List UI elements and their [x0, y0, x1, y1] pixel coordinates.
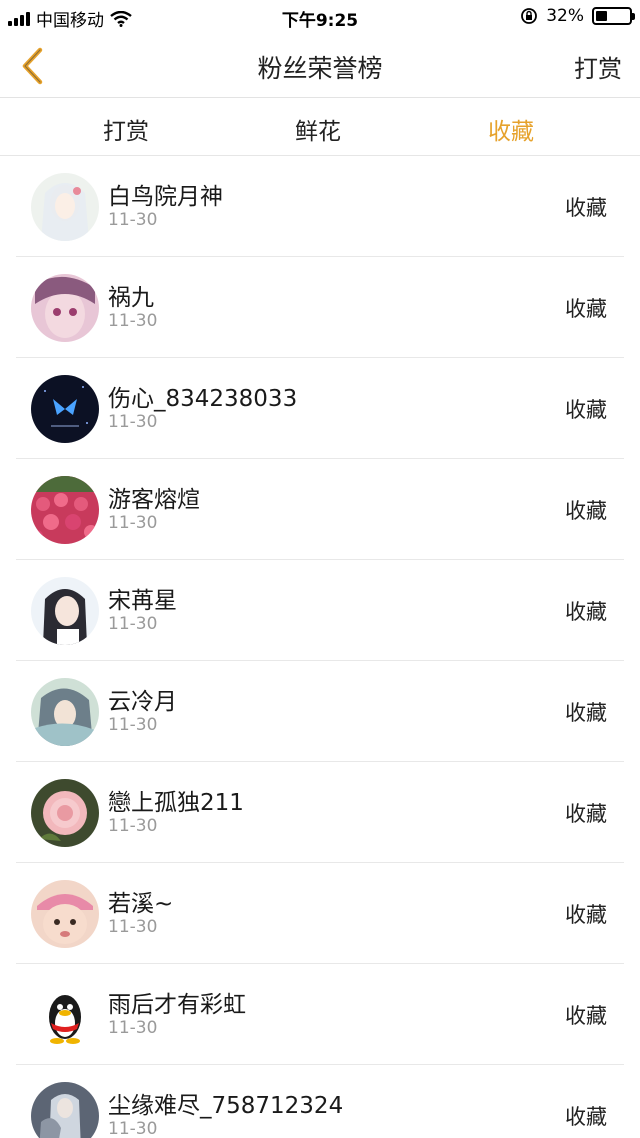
battery-icon — [592, 7, 635, 25]
avatar — [31, 880, 99, 948]
page-title: 粉丝荣誉榜 — [257, 54, 383, 83]
reward-button[interactable]: 打赏 — [574, 49, 622, 84]
favorite-label: 收藏 — [565, 499, 607, 523]
list-item[interactable]: 白鸟院月神 11-30 收藏 — [0, 156, 640, 257]
fan-name: 雨后才有彩虹 — [108, 992, 246, 1018]
list-item[interactable]: 尘缘难尽_758712324 11-30 收藏 — [0, 1065, 640, 1138]
avatar — [31, 577, 99, 645]
fan-name: 伤心_834238033 — [108, 386, 298, 412]
tab-flowers[interactable]: 鲜花 — [258, 112, 378, 146]
nav-bar: 粉丝荣誉榜 打赏 — [0, 34, 640, 98]
status-bar: 中国移动 下午9:25 32% — [0, 0, 640, 34]
avatar — [31, 476, 99, 544]
list-item[interactable]: 云冷月 11-30 收藏 — [0, 661, 640, 762]
battery-level — [596, 11, 607, 21]
avatar — [31, 173, 99, 241]
fan-date: 11-30 — [108, 1018, 158, 1038]
tab-bar: 打赏 鲜花 收藏 — [0, 99, 640, 156]
list-item[interactable]: 戀上孤独211 11-30 收藏 — [0, 762, 640, 863]
fan-name: 尘缘难尽_758712324 — [108, 1093, 344, 1119]
rotation-lock-icon — [521, 8, 538, 24]
fan-name: 宋苒星 — [108, 588, 177, 614]
fan-date: 11-30 — [108, 917, 158, 937]
avatar — [31, 981, 99, 1049]
favorite-label: 收藏 — [565, 1105, 607, 1129]
list-item[interactable]: 雨后才有彩虹 11-30 收藏 — [0, 964, 640, 1065]
avatar — [31, 1082, 99, 1138]
favorite-label: 收藏 — [565, 297, 607, 321]
fan-name: 云冷月 — [108, 689, 177, 715]
favorite-label: 收藏 — [565, 1004, 607, 1028]
favorite-label: 收藏 — [565, 701, 607, 725]
fan-date: 11-30 — [108, 311, 158, 331]
list-item[interactable]: 宋苒星 11-30 收藏 — [0, 560, 640, 661]
fan-name: 白鸟院月神 — [108, 184, 223, 210]
tab-favorites[interactable]: 收藏 — [451, 112, 571, 146]
status-right: 32% — [520, 6, 635, 26]
fan-date: 11-30 — [108, 1119, 158, 1138]
fan-name: 游客熔煊 — [108, 487, 200, 513]
favorite-label: 收藏 — [565, 802, 607, 826]
list-item[interactable]: 若溪~ 11-30 收藏 — [0, 863, 640, 964]
fan-name: 若溪~ — [108, 891, 174, 917]
favorite-label: 收藏 — [565, 600, 607, 624]
avatar — [31, 274, 99, 342]
list-item[interactable]: 伤心_834238033 11-30 收藏 — [0, 358, 640, 459]
avatar — [31, 779, 99, 847]
tab-reward[interactable]: 打赏 — [66, 112, 186, 146]
fan-date: 11-30 — [108, 816, 158, 836]
list-item[interactable]: 游客熔煊 11-30 收藏 — [0, 459, 640, 560]
favorite-label: 收藏 — [565, 903, 607, 927]
list-item[interactable]: 祸九 11-30 收藏 — [0, 257, 640, 358]
favorite-label: 收藏 — [565, 196, 607, 220]
fan-date: 11-30 — [108, 614, 158, 634]
fan-list: 白鸟院月神 11-30 收藏 祸九 11-30 收藏 伤心_834238033 … — [0, 156, 640, 1138]
avatar — [31, 678, 99, 746]
fan-name: 祸九 — [108, 285, 154, 311]
avatar — [31, 375, 99, 443]
battery-percent: 32% — [546, 6, 584, 26]
fan-date: 11-30 — [108, 715, 158, 735]
favorite-label: 收藏 — [565, 398, 607, 422]
fan-date: 11-30 — [108, 513, 158, 533]
fan-date: 11-30 — [108, 412, 158, 432]
fan-date: 11-30 — [108, 210, 158, 230]
fan-name: 戀上孤独211 — [108, 790, 244, 816]
